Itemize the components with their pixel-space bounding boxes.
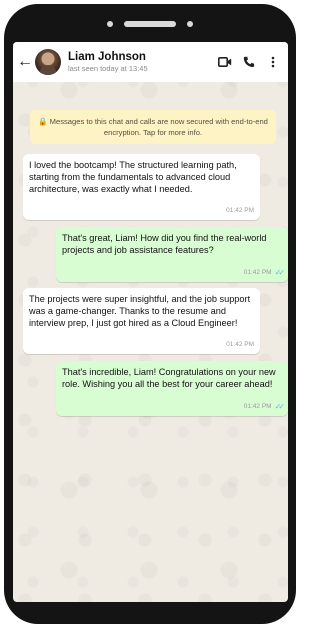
phone-notch bbox=[4, 12, 296, 36]
message-text: The projects were super insightful, and … bbox=[29, 294, 251, 328]
read-receipt-icon: ✓✓ bbox=[274, 402, 286, 411]
back-arrow-icon[interactable]: ← bbox=[17, 54, 33, 70]
phone-icon[interactable] bbox=[240, 53, 258, 71]
avatar[interactable] bbox=[35, 49, 61, 75]
message-time: 01:42 PM bbox=[226, 207, 254, 214]
video-call-icon[interactable] bbox=[216, 53, 234, 71]
contact-name: Liam Johnson bbox=[68, 51, 146, 63]
message-meta: 01:42 PM bbox=[226, 205, 254, 217]
header-actions bbox=[210, 53, 282, 71]
message-bubble-outgoing[interactable]: That's incredible, Liam! Congratulations… bbox=[56, 361, 288, 416]
chat-screen: ← Liam Johnson last seen today at 13:45 … bbox=[13, 42, 288, 602]
sensor-dot bbox=[187, 21, 193, 27]
message-meta: 01:42 PM ✓✓ bbox=[243, 401, 286, 413]
message-time: 01:42 PM bbox=[243, 403, 272, 410]
encryption-notice[interactable]: 🔒 Messages to this chat and calls are no… bbox=[30, 110, 276, 144]
chat-header: ← Liam Johnson last seen today at 13:45 bbox=[13, 42, 288, 82]
message-bubble-outgoing[interactable]: That's great, Liam! How did you find the… bbox=[56, 227, 288, 282]
message-bubble-incoming[interactable]: I loved the bootcamp! The structured lea… bbox=[23, 154, 260, 220]
read-receipt-icon: ✓✓ bbox=[274, 268, 286, 277]
message-text: I loved the bootcamp! The structured lea… bbox=[29, 160, 237, 194]
last-seen-status: last seen today at 13:45 bbox=[68, 64, 148, 73]
message-meta: 01:42 PM bbox=[226, 339, 254, 351]
message-bubble-incoming[interactable]: The projects were super insightful, and … bbox=[23, 288, 260, 354]
message-time: 01:42 PM bbox=[226, 341, 254, 348]
message-meta: 01:42 PM ✓✓ bbox=[243, 267, 286, 279]
camera-dot bbox=[107, 21, 113, 27]
message-text: That's incredible, Liam! Congratulations… bbox=[62, 367, 276, 389]
message-text: That's great, Liam! How did you find the… bbox=[62, 233, 267, 255]
phone-frame: ← Liam Johnson last seen today at 13:45 … bbox=[4, 4, 296, 624]
contact-info[interactable]: Liam Johnson last seen today at 13:45 bbox=[68, 50, 148, 74]
more-options-icon[interactable] bbox=[264, 53, 282, 71]
message-time: 01:42 PM bbox=[243, 269, 272, 276]
speaker-grille bbox=[124, 21, 176, 27]
